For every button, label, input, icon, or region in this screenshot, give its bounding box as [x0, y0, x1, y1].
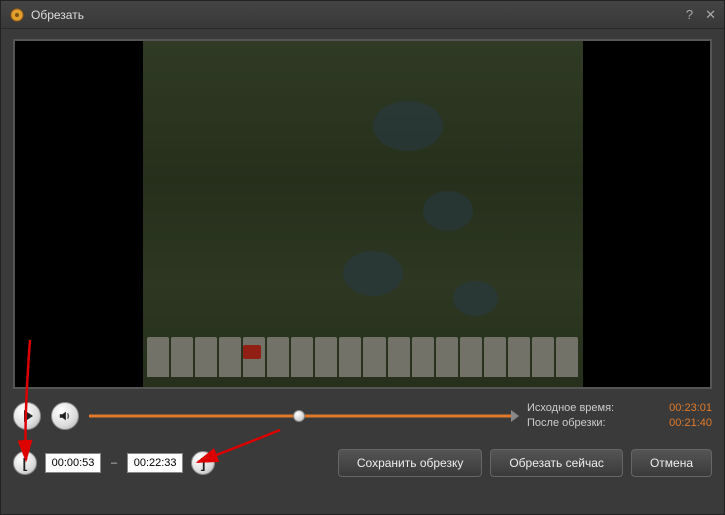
app-icon [9, 7, 25, 23]
end-time-input[interactable] [127, 453, 183, 473]
trim-window: Обрезать ? ✕ [0, 0, 725, 515]
window-buttons: ? ✕ [686, 7, 716, 23]
volume-icon [58, 409, 72, 423]
seek-end-marker [511, 410, 519, 422]
help-button[interactable]: ? [686, 7, 693, 23]
video-preview[interactable] [13, 39, 712, 389]
trim-now-button[interactable]: Обрезать сейчас [490, 449, 623, 477]
window-title: Обрезать [31, 8, 680, 22]
set-end-button[interactable]: ] [191, 451, 215, 475]
title-bar: Обрезать ? ✕ [1, 1, 724, 29]
after-trim-label: После обрезки: [527, 416, 606, 431]
source-time-label: Исходное время: [527, 401, 614, 416]
source-time-value: 00:23:01 [669, 401, 712, 416]
content-area: Исходное время: 00:23:01 После обрезки: … [1, 29, 724, 514]
after-trim-value: 00:21:40 [669, 416, 712, 431]
start-time-input[interactable] [45, 453, 101, 473]
set-start-button[interactable]: [ [13, 451, 37, 475]
bottom-row: [ – ] Сохранить обрезку Обрезать сейчас … [13, 443, 712, 477]
time-range-dash: – [111, 457, 117, 469]
play-button[interactable] [13, 402, 41, 430]
time-info: Исходное время: 00:23:01 После обрезки: … [527, 401, 712, 431]
playback-controls: Исходное время: 00:23:01 После обрезки: … [13, 397, 712, 435]
play-icon [24, 410, 33, 422]
seek-slider[interactable] [89, 406, 517, 426]
video-decoration [143, 337, 583, 377]
video-marker [243, 345, 261, 359]
cancel-button[interactable]: Отмена [631, 449, 712, 477]
seek-thumb[interactable] [293, 410, 305, 422]
volume-button[interactable] [51, 402, 79, 430]
save-trim-button[interactable]: Сохранить обрезку [338, 449, 482, 477]
video-frame [143, 41, 583, 387]
close-button[interactable]: ✕ [705, 7, 716, 23]
